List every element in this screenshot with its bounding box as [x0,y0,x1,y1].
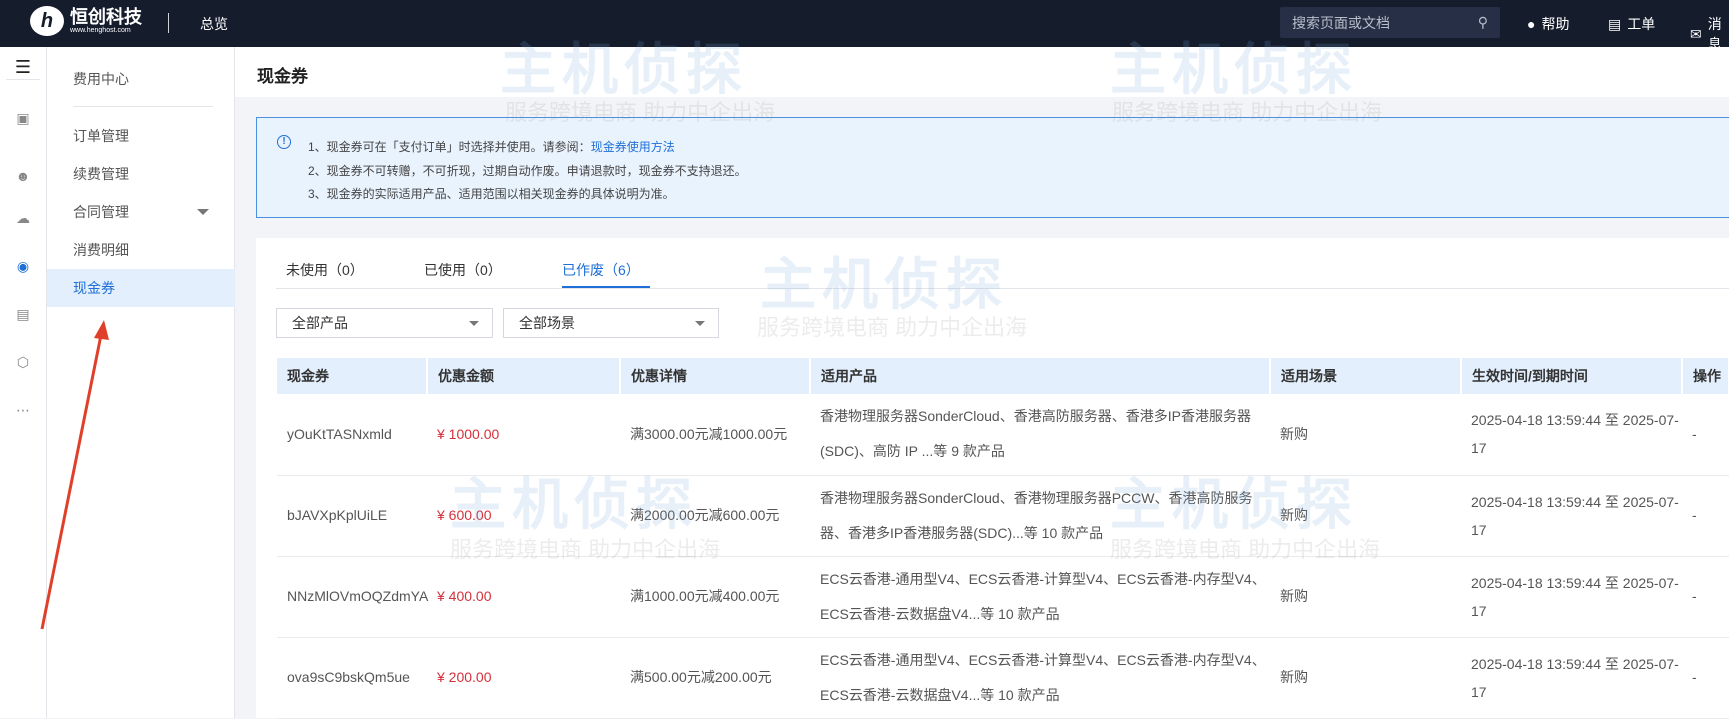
annotation-arrow [40,320,109,630]
